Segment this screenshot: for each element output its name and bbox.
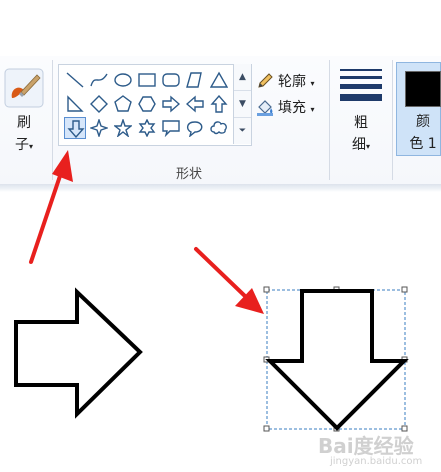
canvas-overlay: [14, 150, 409, 432]
drawn-down-arrow: [265, 289, 409, 431]
watermark-sub: jingyan.baidu.com: [330, 456, 423, 467]
annotation-arrow-1: [29, 150, 73, 264]
watermark-main: Bai度经验: [318, 434, 414, 458]
drawn-right-arrow: [14, 287, 143, 419]
annotation-arrow-2: [194, 247, 264, 314]
